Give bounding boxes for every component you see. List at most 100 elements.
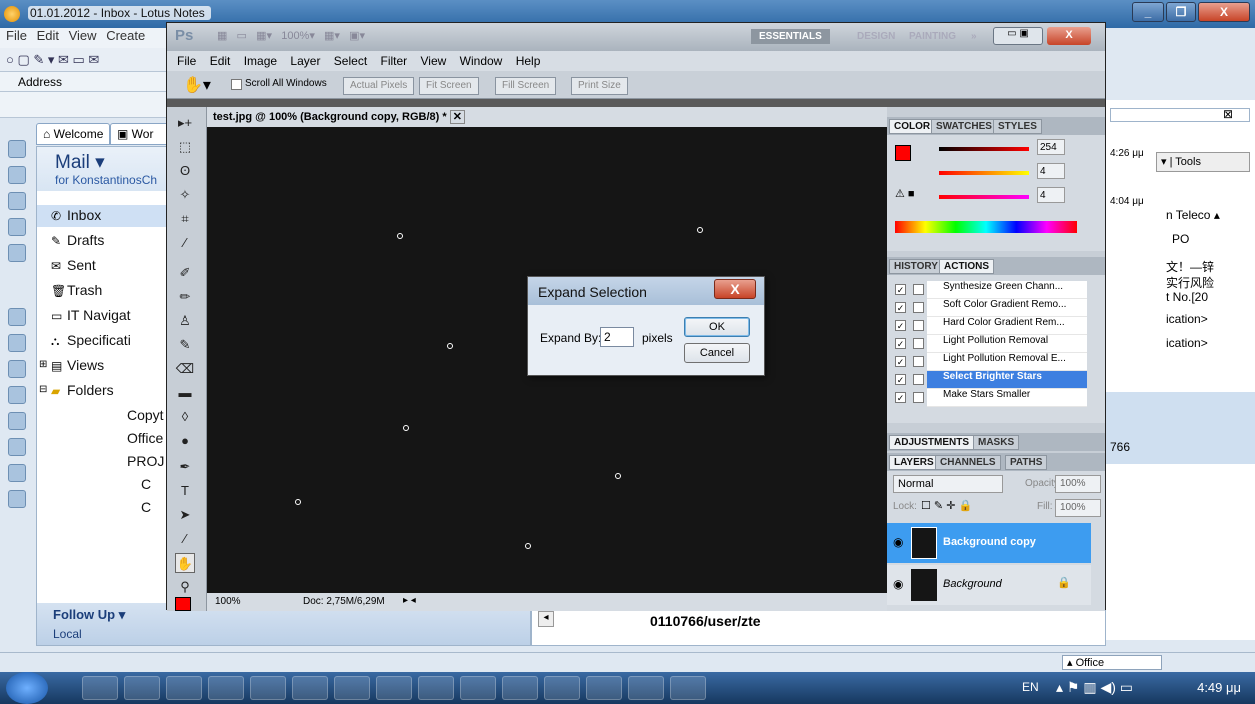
action-toggle-checkbox[interactable]: ✓ xyxy=(895,320,906,331)
taskbar-app-4[interactable] xyxy=(208,676,244,700)
tab-color[interactable]: COLOR xyxy=(889,119,936,134)
action-item[interactable]: Light Pollution Removal xyxy=(927,335,1087,353)
notes-menu-edit[interactable]: Edit xyxy=(37,28,59,43)
tab-masks[interactable]: MASKS xyxy=(973,435,1020,450)
action-dialog-toggle[interactable] xyxy=(913,374,924,385)
ps-menu-view[interactable]: View xyxy=(421,54,447,68)
action-item[interactable]: Synthesize Green Chann... xyxy=(927,281,1087,299)
minimize-button[interactable]: _ xyxy=(1132,2,1164,22)
ps-close-button[interactable]: X xyxy=(1047,27,1091,45)
tab-styles[interactable]: STYLES xyxy=(993,119,1042,134)
action-item[interactable]: Soft Color Gradient Remo... xyxy=(927,299,1087,317)
ps-menu-layer[interactable]: Layer xyxy=(290,54,320,68)
tab-layers[interactable]: LAYERS xyxy=(889,455,939,470)
green-slider[interactable] xyxy=(939,171,1029,175)
action-item[interactable]: Select Brighter Stars xyxy=(927,371,1087,389)
fit-screen-button[interactable]: Fit Screen xyxy=(419,77,479,95)
tab-actions[interactable]: ACTIONS xyxy=(939,259,994,274)
close-button[interactable]: X xyxy=(1198,2,1250,22)
foreground-color-swatch[interactable] xyxy=(175,597,191,611)
actual-pixels-button[interactable]: Actual Pixels xyxy=(343,77,415,95)
action-toggle-checkbox[interactable]: ✓ xyxy=(895,374,906,385)
mail-title[interactable]: Mail ▾ xyxy=(55,151,105,174)
tools-button[interactable]: ▾ | Tools xyxy=(1156,152,1250,172)
close-icon[interactable]: ⊠ xyxy=(1223,107,1233,121)
action-dialog-toggle[interactable] xyxy=(913,356,924,367)
action-toggle-checkbox[interactable]: ✓ xyxy=(895,338,906,349)
ws-design[interactable]: DESIGN xyxy=(857,31,895,42)
blue-slider[interactable] xyxy=(939,195,1029,199)
action-toggle-checkbox[interactable]: ✓ xyxy=(895,284,906,295)
taskbar-app-15[interactable] xyxy=(670,676,706,700)
ps-app-bar-icons[interactable]: ▦ ▭ ▦▾ 100%▾ ▦▾ ▣▾ xyxy=(217,29,417,45)
magic-wand-icon[interactable]: ✧ xyxy=(175,185,195,205)
gamut-warning-icon[interactable]: ⚠ ■ xyxy=(895,187,915,200)
bookmark-replicator-icon[interactable] xyxy=(8,244,26,262)
scroll-left-icon[interactable]: ◂ xyxy=(538,611,554,627)
ps-menu-help[interactable]: Help xyxy=(516,54,541,68)
type-tool-icon[interactable]: T xyxy=(175,481,195,501)
bookmark-db2-icon[interactable] xyxy=(8,334,26,352)
nav-drafts[interactable]: Drafts xyxy=(67,232,104,248)
dialog-close-button[interactable]: X xyxy=(714,279,756,299)
bookmark-db1-icon[interactable] xyxy=(8,308,26,326)
healing-brush-icon[interactable]: ✐ xyxy=(175,263,195,283)
taskbar-app-10[interactable] xyxy=(460,676,496,700)
action-item[interactable]: Hard Color Gradient Rem... xyxy=(927,317,1087,335)
action-item[interactable]: Light Pollution Removal E... xyxy=(927,353,1087,371)
action-toggle-checkbox[interactable]: ✓ xyxy=(895,356,906,367)
tab-welcome[interactable]: ⌂ Welcome xyxy=(36,123,111,145)
document-tab[interactable]: test.jpg @ 100% (Background copy, RGB/8)… xyxy=(207,107,887,127)
expand-by-input[interactable] xyxy=(600,327,634,347)
nav-views[interactable]: Views xyxy=(67,357,104,373)
pen-tool-icon[interactable]: ✒ xyxy=(175,457,195,477)
taskbar-app-14[interactable] xyxy=(628,676,664,700)
notes-menu-view[interactable]: View xyxy=(69,28,97,43)
taskbar-clock[interactable]: 4:49 μμ xyxy=(1197,680,1241,695)
shape-tool-icon[interactable]: ∕ xyxy=(175,529,195,549)
lasso-tool-icon[interactable]: ʘ xyxy=(175,161,195,181)
folder-c1[interactable]: C xyxy=(141,476,151,492)
ws-more[interactable]: » xyxy=(971,31,977,42)
right-pane-close[interactable]: ⊠ xyxy=(1110,107,1250,122)
eraser-tool-icon[interactable]: ⌫ xyxy=(175,359,195,379)
bookmark-db7-icon[interactable] xyxy=(8,464,26,482)
toolbar-icons[interactable]: ○ ▢ ✎ ▾ ✉ ▭ ✉ xyxy=(6,52,126,68)
print-size-button[interactable]: Print Size xyxy=(571,77,628,95)
gradient-tool-icon[interactable]: ▬ xyxy=(175,383,195,403)
red-slider[interactable] xyxy=(939,147,1029,151)
marquee-tool-icon[interactable]: ⬚ xyxy=(175,137,195,157)
layer-row-background-copy[interactable]: ◉ Background copy xyxy=(887,523,1091,563)
crop-tool-icon[interactable]: ⌗ xyxy=(175,209,195,229)
tab-workspace[interactable]: ▣ Wor xyxy=(110,123,170,145)
blend-mode-select[interactable]: Normal xyxy=(893,475,1003,493)
red-value[interactable]: 254 xyxy=(1037,139,1065,155)
taskbar-firefox-icon[interactable] xyxy=(334,676,370,700)
location-selector[interactable]: ▴ Office xyxy=(1062,655,1162,670)
ps-menu-window[interactable]: Window xyxy=(460,54,503,68)
bookmark-db8-icon[interactable] xyxy=(8,490,26,508)
nav-folders[interactable]: Folders xyxy=(67,382,114,398)
ok-button[interactable]: OK xyxy=(684,317,750,337)
nav-trash[interactable]: Trash xyxy=(67,282,102,298)
action-toggle-checkbox[interactable]: ✓ xyxy=(895,392,906,403)
ws-painting[interactable]: PAINTING xyxy=(909,31,956,42)
hand-tool-icon[interactable]: ✋▾ xyxy=(183,75,211,95)
taskbar-app-5[interactable] xyxy=(250,676,286,700)
taskbar-app-12[interactable] xyxy=(544,676,580,700)
bookmark-home-icon[interactable] xyxy=(8,140,26,158)
nav-inbox[interactable]: Inbox xyxy=(67,207,101,223)
visibility-eye-icon[interactable]: ◉ xyxy=(893,535,903,549)
cancel-button[interactable]: Cancel xyxy=(684,343,750,363)
ps-min-max[interactable]: ▭ ▣ xyxy=(993,27,1043,45)
brush-tool-icon[interactable]: ✏ xyxy=(175,287,195,307)
tray-icons[interactable]: ▴ ⚑ ▥ ◀) ▭ xyxy=(1056,679,1133,696)
green-value[interactable]: 4 xyxy=(1037,163,1065,179)
folder-proj[interactable]: PROJ xyxy=(127,453,164,469)
taskbar-app-3[interactable] xyxy=(166,676,202,700)
blur-tool-icon[interactable]: ◊ xyxy=(175,407,195,427)
tab-swatches[interactable]: SWATCHES xyxy=(931,119,997,134)
history-brush-icon[interactable]: ✎ xyxy=(175,335,195,355)
maximize-button[interactable]: ❐ xyxy=(1166,2,1196,22)
bookmark-calendar-icon[interactable] xyxy=(8,166,26,184)
